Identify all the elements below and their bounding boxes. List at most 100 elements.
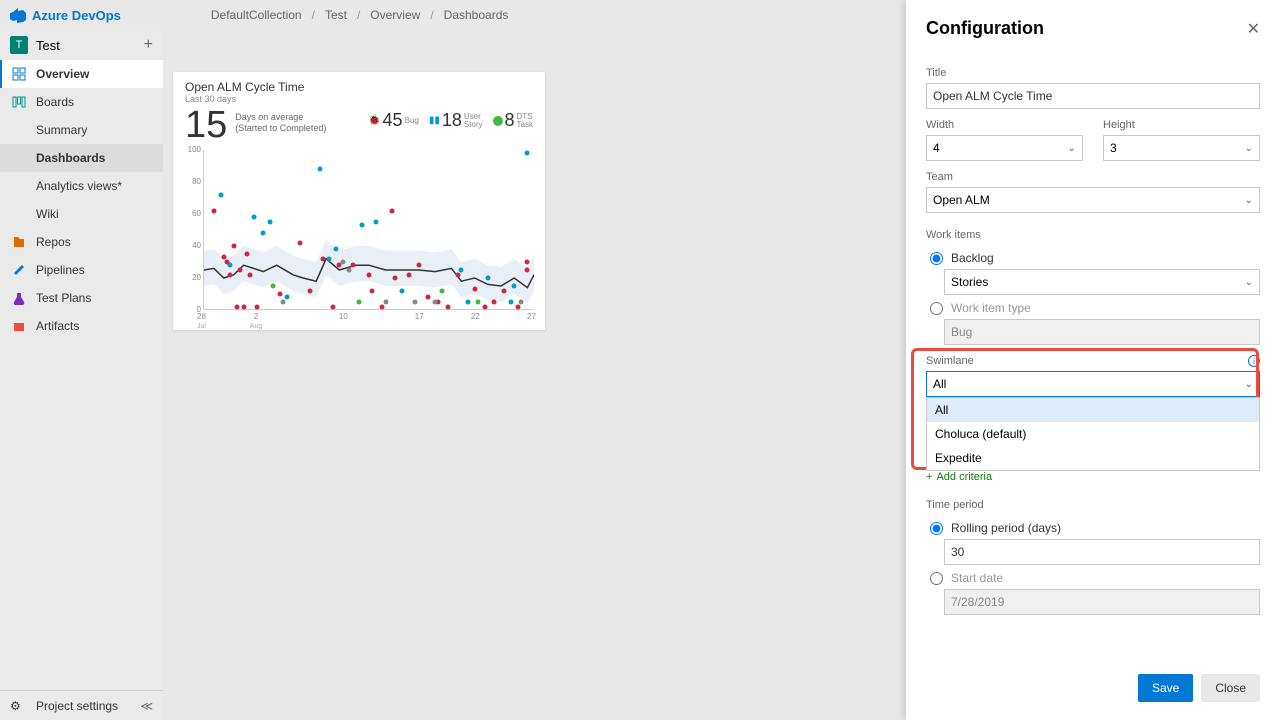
- info-icon[interactable]: i: [1248, 355, 1260, 367]
- close-button[interactable]: ✕: [1247, 19, 1260, 39]
- chart-point: [413, 300, 418, 305]
- chart-point: [357, 300, 362, 305]
- chart-point: [492, 300, 497, 305]
- chevron-down-icon: ⌄: [1068, 143, 1076, 154]
- sidebar-item-repos[interactable]: Repos: [0, 228, 163, 256]
- chart-point: [380, 304, 385, 309]
- sidebar-item-analytics[interactable]: Analytics views*: [0, 172, 163, 200]
- height-select[interactable]: 3⌄: [1103, 135, 1260, 161]
- chart-point: [518, 300, 523, 305]
- close-button[interactable]: Close: [1201, 674, 1260, 702]
- chart-point: [400, 288, 405, 293]
- project-name: Test: [36, 38, 60, 53]
- backlog-select[interactable]: Stories⌄: [944, 269, 1260, 295]
- chart-point: [241, 304, 246, 309]
- breadcrumb: DefaultCollection / Test / Overview / Da…: [211, 8, 509, 22]
- sidebar-item-pipelines[interactable]: Pipelines: [0, 256, 163, 284]
- chart-point: [370, 288, 375, 293]
- sidebar-item-testplans[interactable]: Test Plans: [0, 284, 163, 312]
- rolling-input[interactable]: [944, 539, 1260, 565]
- breadcrumb-item[interactable]: DefaultCollection: [211, 8, 302, 22]
- sidebar-item-boards[interactable]: Boards: [0, 88, 163, 116]
- title-input[interactable]: [926, 83, 1260, 109]
- save-button[interactable]: Save: [1138, 674, 1193, 702]
- startdate-radio[interactable]: Start date: [930, 571, 1260, 585]
- breadcrumb-item[interactable]: Dashboards: [444, 8, 509, 22]
- breadcrumb-item[interactable]: Overview: [370, 8, 420, 22]
- height-label: Height: [1103, 119, 1260, 131]
- breadcrumb-sep: /: [312, 8, 315, 22]
- task-icon: [493, 116, 503, 126]
- overview-icon: [10, 67, 28, 81]
- chart-point: [525, 268, 530, 273]
- chart-point: [515, 304, 520, 309]
- sidebar-item-artifacts[interactable]: Artifacts: [0, 312, 163, 340]
- sidebar-item-label: Test Plans: [36, 291, 91, 305]
- chart-point: [281, 300, 286, 305]
- chart-point: [350, 263, 355, 268]
- chart-point: [238, 268, 243, 273]
- chart-point: [433, 300, 438, 305]
- chart-point: [261, 231, 266, 236]
- chart-point: [525, 151, 530, 156]
- chart-point: [426, 295, 431, 300]
- cycle-time-widget[interactable]: Open ALM Cycle Time Last 30 days 15 Days…: [173, 72, 545, 330]
- chart-point: [456, 272, 461, 277]
- sidebar-item-dashboards[interactable]: Dashboards: [0, 144, 163, 172]
- repos-icon: [10, 235, 28, 249]
- chevron-down-icon: ⌄: [1245, 143, 1253, 154]
- widget-subtitle: Last 30 days: [185, 94, 533, 104]
- chart-point: [472, 287, 477, 292]
- sidebar-item-label: Artifacts: [36, 319, 79, 333]
- gear-icon: ⚙: [10, 699, 28, 713]
- chart-point: [244, 252, 249, 257]
- chart-point: [373, 220, 378, 225]
- breadcrumb-item[interactable]: Test: [325, 8, 347, 22]
- testplans-icon: [10, 291, 28, 305]
- collapse-icon[interactable]: ≪: [140, 699, 153, 713]
- sidebar-item-wiki[interactable]: Wiki: [0, 200, 163, 228]
- chart-point: [228, 272, 233, 277]
- swimlane-option[interactable]: Choluca (default): [927, 422, 1259, 446]
- chart-point: [327, 256, 332, 261]
- chart-point: [317, 167, 322, 172]
- chart-point: [334, 247, 339, 252]
- sidebar-item-label: Wiki: [36, 207, 59, 221]
- brand-logo[interactable]: Azure DevOps: [10, 7, 121, 23]
- bug-icon: 🐞: [368, 115, 380, 126]
- rolling-radio[interactable]: Rolling period (days): [930, 521, 1260, 535]
- chart-point: [330, 304, 335, 309]
- workitemtype-radio[interactable]: Work item type: [930, 301, 1260, 315]
- chart-point: [416, 263, 421, 268]
- swimlane-option[interactable]: Expedite: [927, 446, 1259, 470]
- sidebar-item-overview[interactable]: Overview: [0, 60, 163, 88]
- width-select[interactable]: 4⌄: [926, 135, 1083, 161]
- project-header[interactable]: T Test +: [0, 30, 163, 60]
- chart-point: [406, 272, 411, 277]
- team-select[interactable]: Open ALM⌄: [926, 187, 1260, 213]
- sidebar-item-label: Overview: [36, 67, 89, 81]
- artifacts-icon: [10, 319, 28, 333]
- chart-point: [485, 276, 490, 281]
- chevron-down-icon: ⌄: [1245, 195, 1253, 206]
- plus-icon[interactable]: +: [144, 36, 153, 54]
- chart-point: [218, 192, 223, 197]
- breadcrumb-sep: /: [430, 8, 433, 22]
- width-label: Width: [926, 119, 1083, 131]
- add-criteria-link[interactable]: +Add criteria: [926, 471, 1260, 483]
- swimlane-option[interactable]: All: [927, 398, 1259, 422]
- chart-point: [271, 284, 276, 289]
- swimlane-label: Swimlane: [926, 355, 1260, 367]
- chart-point: [231, 244, 236, 249]
- chart-point: [466, 300, 471, 305]
- project-settings[interactable]: ⚙ Project settings ≪: [0, 690, 163, 720]
- widget-stats: 🐞 45 Bug ▮▮ 18 UserStory 8 DTSTask: [368, 110, 533, 131]
- swimlane-select[interactable]: All⌄: [926, 371, 1260, 397]
- chart-point: [320, 256, 325, 261]
- chart-point: [475, 300, 480, 305]
- chart-point: [360, 223, 365, 228]
- chart-point: [439, 288, 444, 293]
- sidebar-item-label: Pipelines: [36, 263, 85, 277]
- backlog-radio[interactable]: Backlog: [930, 251, 1260, 265]
- sidebar-item-summary[interactable]: Summary: [0, 116, 163, 144]
